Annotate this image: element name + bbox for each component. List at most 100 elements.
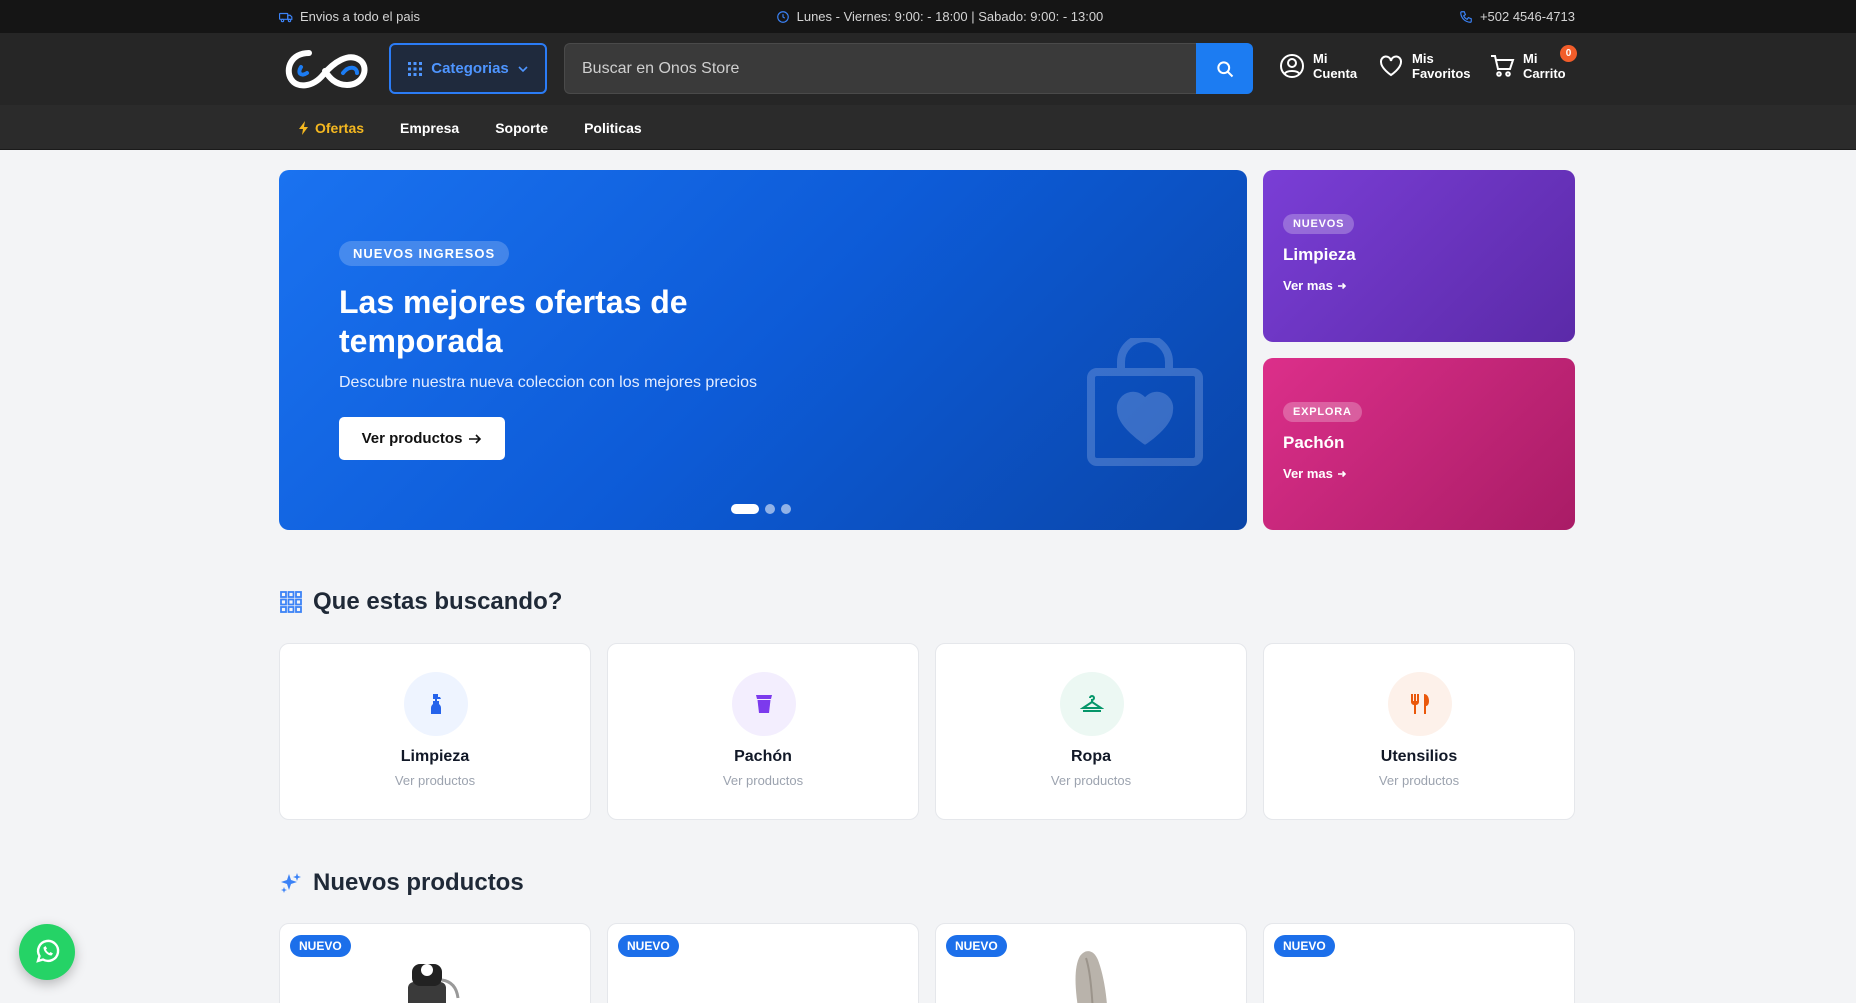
whatsapp-button[interactable]: [19, 924, 75, 980]
hero-tag: NUEVOS INGRESOS: [339, 241, 510, 266]
arrow-right-icon: [469, 433, 482, 444]
favorites-link[interactable]: Mis Favoritos: [1378, 51, 1471, 81]
product-card[interactable]: NUEVO: [279, 923, 591, 1003]
account-line2: Cuenta: [1313, 66, 1358, 81]
promo-title: Pachón: [1283, 433, 1345, 452]
nav-item-soporte[interactable]: Soporte: [495, 120, 548, 136]
grid-icon: [280, 591, 302, 613]
nav-item-ofertas[interactable]: Ofertas: [298, 120, 364, 136]
hero-carousel-dots: [731, 504, 791, 514]
carousel-dot-3[interactable]: [781, 504, 791, 514]
nav-label-empresa: Empresa: [400, 119, 460, 136]
promo-more-label: Ver mas: [1283, 466, 1333, 481]
promo-more-link[interactable]: Ver mas: [1283, 466, 1347, 481]
grid-icon: [408, 61, 423, 76]
spray-bottle-icon: [431, 694, 441, 714]
category-icon-circle: [1060, 672, 1124, 736]
products-heading: Nuevos productos: [313, 869, 524, 896]
promo-tag: NUEVOS: [1283, 214, 1355, 234]
shopping-bag-icon: [1087, 338, 1203, 466]
nav-item-empresa[interactable]: Empresa: [400, 120, 459, 136]
main-header: Categorias Mi Cuenta Mis Favoritos Mi Ca…: [0, 33, 1856, 105]
products-section-title: Nuevos productos: [279, 869, 524, 897]
clock-icon: [776, 10, 789, 23]
arrow-right-icon: [1337, 470, 1347, 477]
category-card-pachon[interactable]: Pachón Ver productos: [607, 643, 919, 820]
cup-icon: [756, 695, 772, 713]
account-link[interactable]: Mi Cuenta: [1279, 51, 1357, 81]
heart-icon: [1380, 55, 1402, 77]
user-icon: [1280, 54, 1304, 78]
phone-icon: [1460, 10, 1472, 23]
carousel-dot-2[interactable]: [765, 504, 775, 514]
account-line1: Mi: [1313, 51, 1328, 66]
sparkles-icon: [281, 873, 301, 893]
hours-text: Lunes - Viernes: 9:00: - 18:00 | Sabado:…: [796, 9, 1104, 24]
nav-label-soporte: Soporte: [495, 119, 549, 136]
search-button[interactable]: [1196, 43, 1253, 94]
product-card[interactable]: NUEVO: [1263, 923, 1575, 1003]
new-badge: NUEVO: [618, 935, 679, 957]
category-sub: Ver productos: [1050, 773, 1132, 788]
nav-label-politicas: Politicas: [584, 119, 642, 136]
category-card-ropa[interactable]: Ropa Ver productos: [935, 643, 1247, 820]
new-badge: NUEVO: [1274, 935, 1335, 957]
cart-icon: [1491, 55, 1515, 77]
cart-count-badge: 0: [1560, 45, 1577, 62]
whatsapp-icon: [36, 939, 60, 963]
categories-label: Categorias: [431, 60, 509, 77]
favorites-line2: Favoritos: [1412, 66, 1471, 81]
hanger-icon: [1080, 695, 1104, 712]
category-name: Pachón: [734, 748, 792, 765]
utensils-icon: [1411, 694, 1429, 714]
category-icon-circle: [404, 672, 468, 736]
hero-banner: NUEVOS INGRESOS Las mejores ofertas de t…: [279, 170, 1247, 530]
hero-subtitle: Descubre nuestra nueva coleccion con los…: [339, 374, 757, 391]
category-card-limpieza[interactable]: Limpieza Ver productos: [279, 643, 591, 820]
promo-card-limpieza[interactable]: NUEVOS Limpieza Ver mas: [1263, 170, 1575, 342]
nav-label-ofertas: Ofertas: [315, 119, 365, 136]
category-card-utensilios[interactable]: Utensilios Ver productos: [1263, 643, 1575, 820]
nav-item-politicas[interactable]: Politicas: [584, 120, 642, 136]
cart-link[interactable]: Mi Carrito 0: [1489, 45, 1577, 81]
search-bar: [564, 43, 1253, 94]
cart-line2: Carrito: [1523, 66, 1566, 81]
category-name: Ropa: [1071, 748, 1111, 765]
carousel-dot-1[interactable]: [731, 504, 759, 514]
shipping-info: Envios a todo el pais: [279, 9, 420, 24]
phone-info[interactable]: +502 4546-4713: [1459, 9, 1575, 24]
promo-card-pachon[interactable]: EXPLORA Pachón Ver mas: [1263, 358, 1575, 530]
arrow-right-icon: [1337, 282, 1347, 289]
hours-info: Lunes - Viernes: 9:00: - 18:00 | Sabado:…: [776, 9, 1104, 24]
product-card[interactable]: NUEVO: [607, 923, 919, 1003]
product-card[interactable]: NUEVO: [935, 923, 1247, 1003]
promo-more-link[interactable]: Ver mas: [1283, 278, 1347, 293]
category-sub: Ver productos: [394, 773, 476, 788]
hero-cta-label: Ver productos: [361, 430, 463, 447]
chevron-down-icon: [518, 65, 528, 72]
category-name: Utensilios: [1380, 748, 1458, 765]
top-info-bar: Envios a todo el pais Lunes - Viernes: 9…: [0, 0, 1856, 33]
shipping-text: Envios a todo el pais: [300, 9, 420, 24]
promo-tag: EXPLORA: [1283, 402, 1362, 422]
lightning-icon: [299, 120, 308, 135]
category-name: Limpieza: [400, 748, 470, 765]
promo-title: Limpieza: [1283, 245, 1356, 264]
search-icon: [1216, 60, 1233, 77]
categories-button[interactable]: Categorias: [389, 43, 547, 94]
new-badge: NUEVO: [946, 935, 1007, 957]
main-nav: Ofertas Empresa Soporte Politicas: [0, 105, 1856, 150]
promo-more-label: Ver mas: [1283, 278, 1333, 293]
category-icon-circle: [1388, 672, 1452, 736]
hero-title: Las mejores ofertas de temporada: [339, 284, 688, 359]
category-sub: Ver productos: [722, 773, 804, 788]
store-logo[interactable]: [279, 43, 371, 95]
new-badge: NUEVO: [290, 935, 351, 957]
hero-cta-button[interactable]: Ver productos: [339, 417, 505, 460]
categories-section-title: Que estas buscando?: [279, 588, 562, 616]
category-sub: Ver productos: [1378, 773, 1460, 788]
categories-heading: Que estas buscando?: [313, 588, 563, 615]
truck-icon: [279, 12, 293, 22]
search-field-wrapper: [564, 43, 1196, 94]
search-input[interactable]: [582, 59, 1179, 78]
